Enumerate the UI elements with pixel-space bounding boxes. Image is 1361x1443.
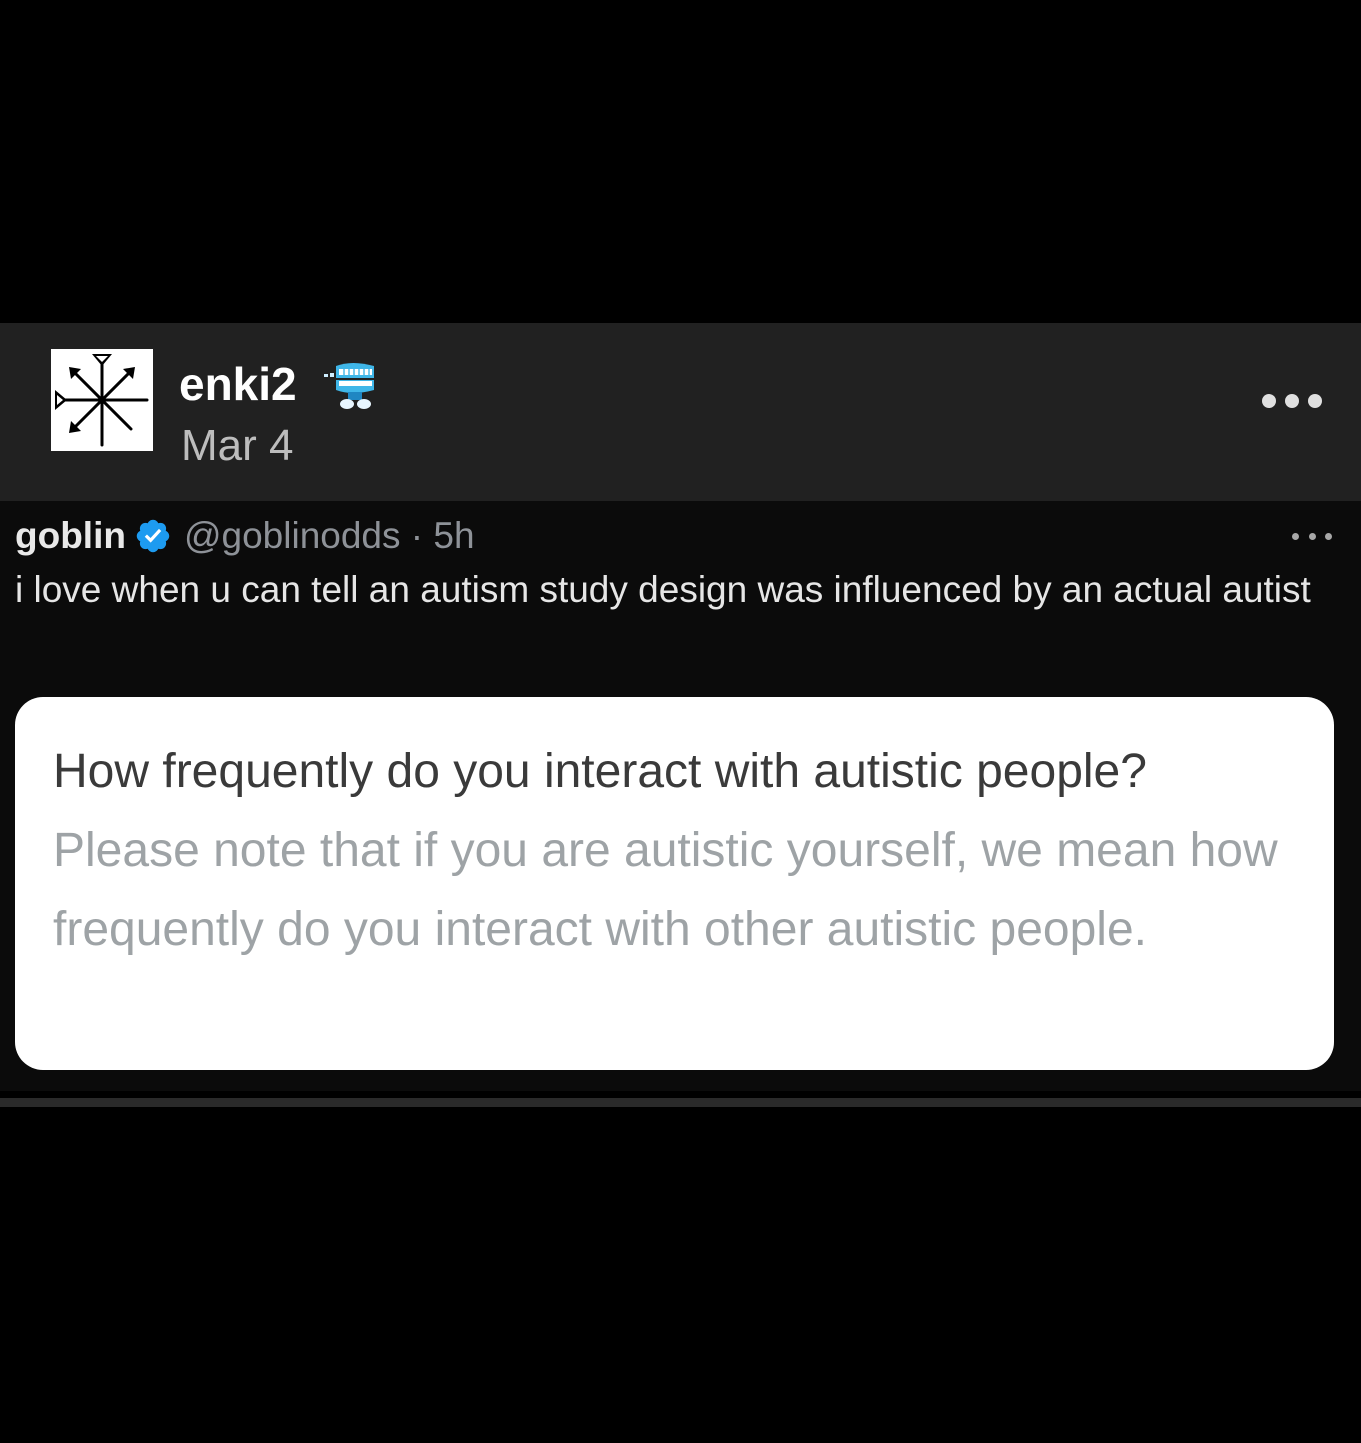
tweet-display-name: goblin: [15, 515, 126, 556]
quoted-survey-card: How frequently do you interact with auti…: [15, 697, 1334, 1070]
more-options-icon: [1325, 532, 1332, 540]
post-date: Mar 4: [181, 421, 294, 470]
avatar[interactable]: [51, 349, 153, 451]
divider: [0, 1098, 1361, 1107]
page: enki2 Mar 4 goblin @goblinodds · 5h i lo…: [0, 0, 1361, 1443]
survey-question: How frequently do you interact with auti…: [53, 745, 1147, 798]
tweet-handle-time: @goblinodds · 5h: [183, 515, 475, 556]
survey-note: Please note that if you are autistic you…: [53, 824, 1278, 956]
more-options-icon: [1262, 394, 1276, 408]
more-options-icon: [1308, 394, 1322, 408]
chattering-teeth-icon: [324, 363, 374, 409]
embedded-screenshot[interactable]: goblin @goblinodds · 5h i love when u ca…: [0, 501, 1361, 1091]
more-options-button[interactable]: [1254, 381, 1330, 421]
tweet-text: i love when u can tell an autism study d…: [15, 569, 1311, 610]
post-header: enki2 Mar 4: [0, 323, 1361, 501]
verified-badge-icon: [136, 519, 170, 553]
cuneiform-logo-icon: [55, 354, 149, 447]
tweet-more-button[interactable]: [1292, 529, 1332, 543]
more-options-icon: [1285, 394, 1299, 408]
more-options-icon: [1308, 532, 1316, 540]
tweet-header: goblin @goblinodds · 5h: [15, 515, 475, 557]
more-options-icon: [1292, 532, 1299, 540]
post-author[interactable]: enki2: [179, 356, 297, 412]
